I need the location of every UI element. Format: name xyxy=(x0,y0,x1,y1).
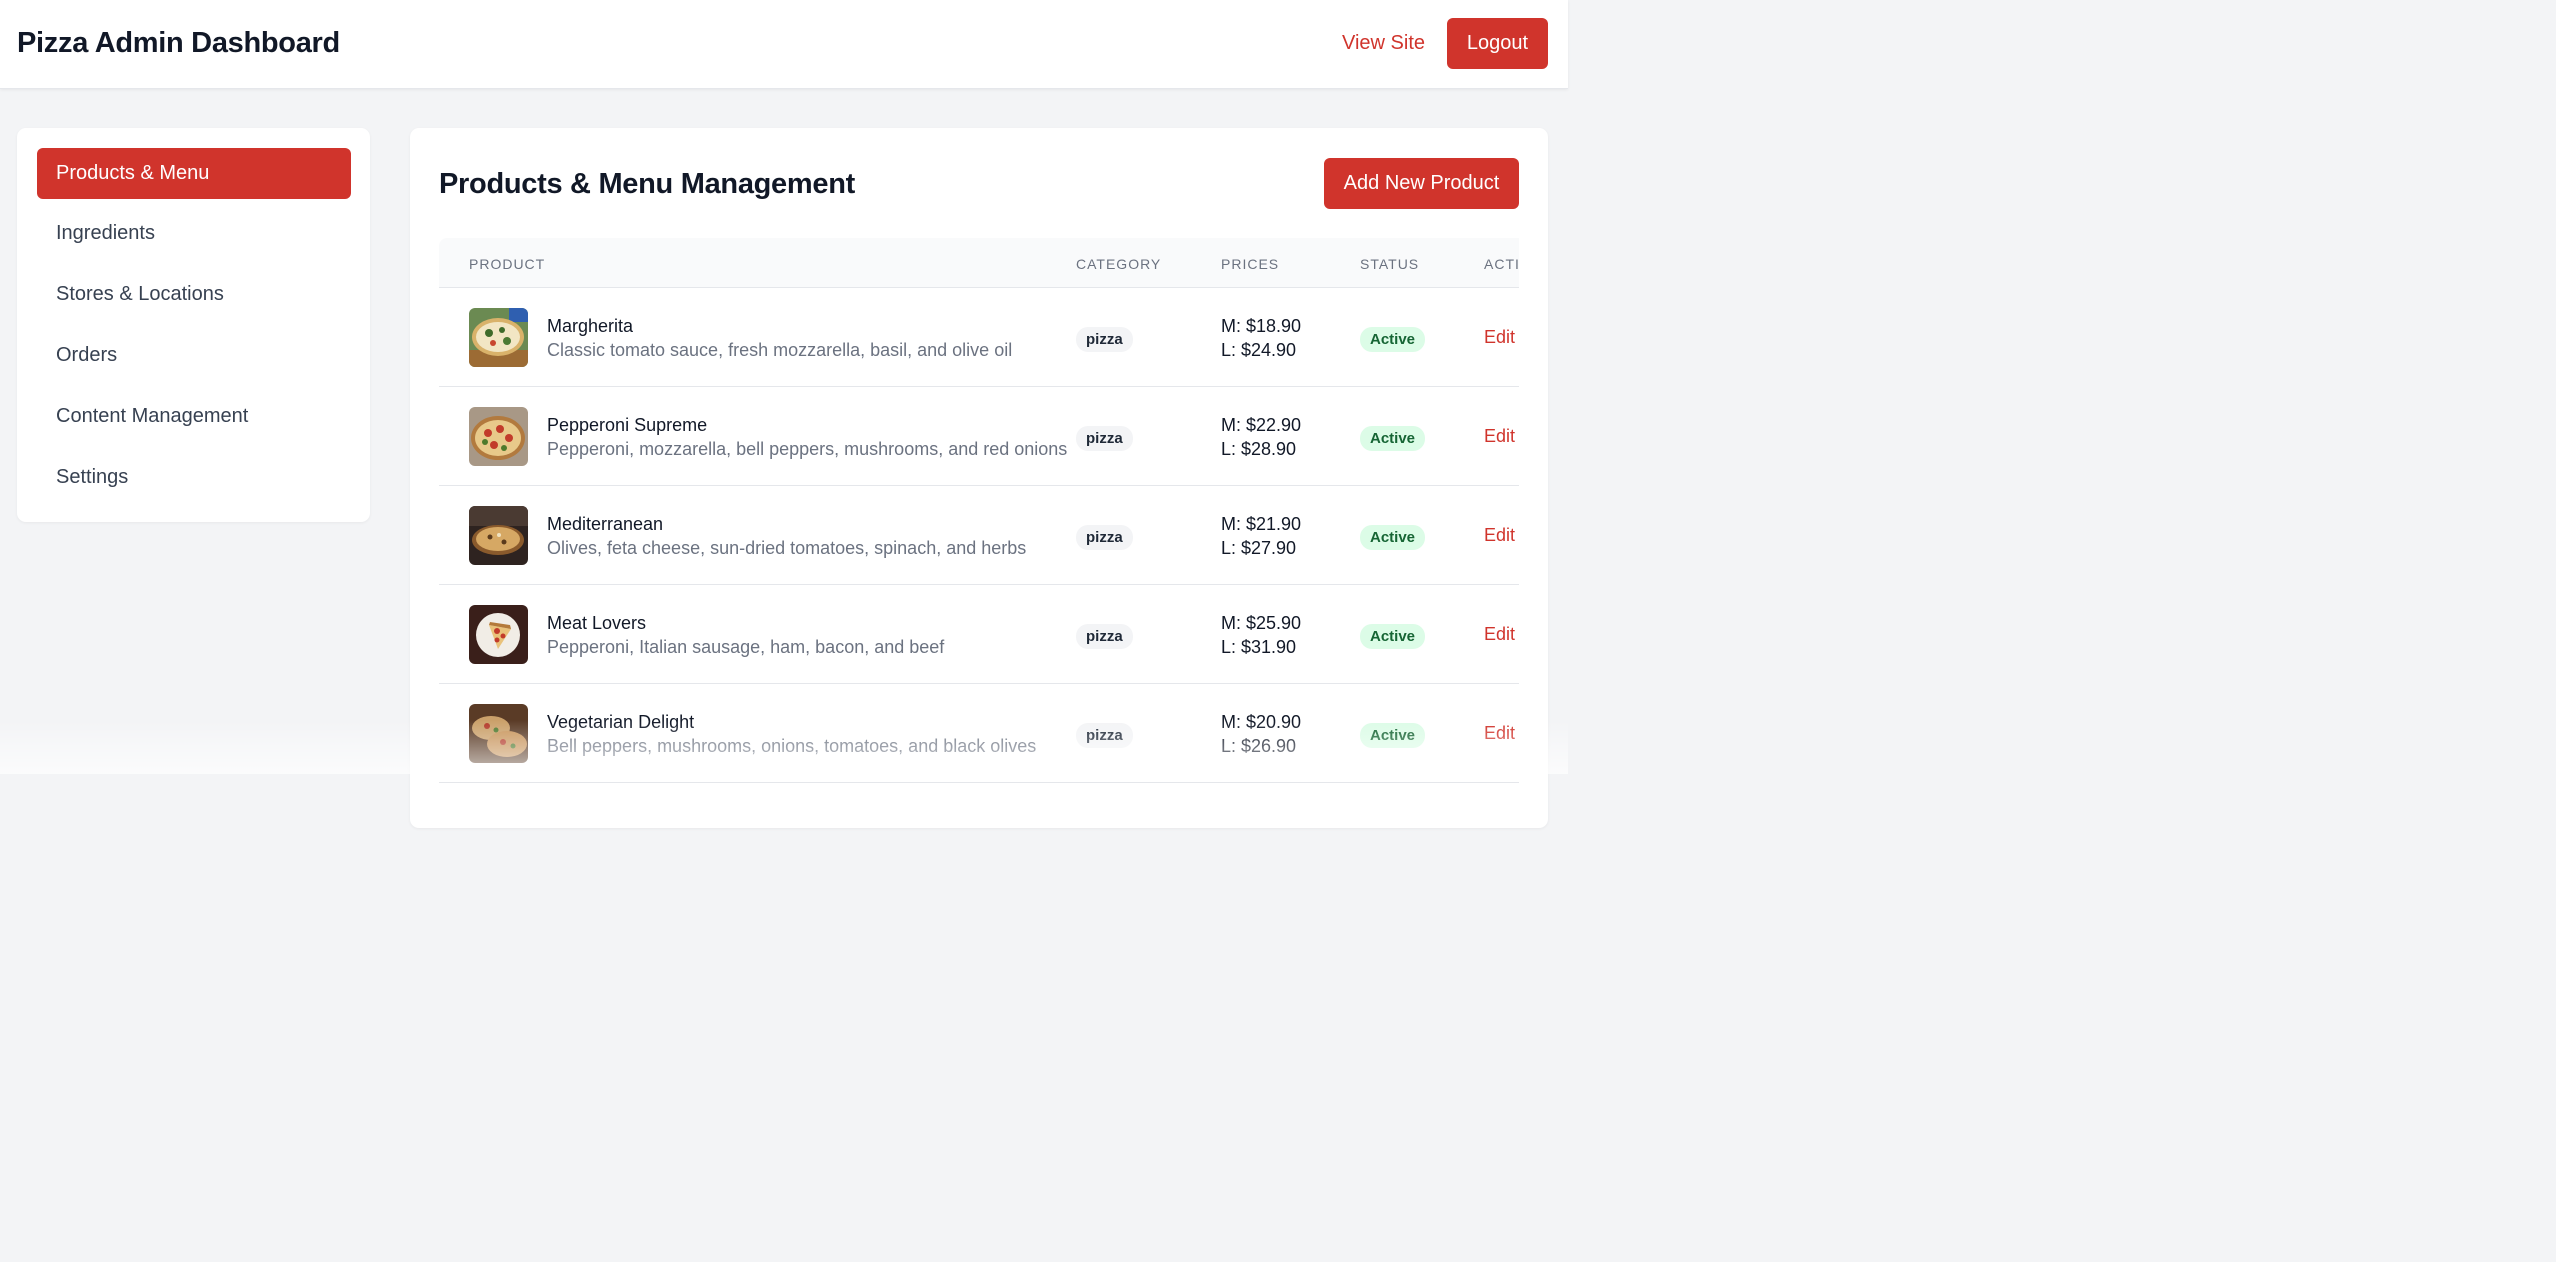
product-description: Bell peppers, mushrooms, onions, tomatoe… xyxy=(547,736,1037,756)
category-badge: pizza xyxy=(1076,525,1133,550)
product-description: Olives, feta cheese, sun-dried tomatoes,… xyxy=(547,538,1027,558)
table-row: Margherita Classic tomato sauce, fresh m… xyxy=(439,288,1519,387)
edit-link[interactable]: Edit xyxy=(1484,624,1515,645)
sidebar-item-content-management[interactable]: Content Management xyxy=(37,391,351,442)
table-row: Vegetarian Delight Bell peppers, mushroo… xyxy=(439,684,1519,783)
status-badge: Active xyxy=(1360,327,1426,352)
status-badge: Active xyxy=(1360,624,1426,649)
category-badge: pizza xyxy=(1076,624,1133,649)
table-row: Pepperoni Supreme Pepperoni, mozzarella,… xyxy=(439,387,1519,486)
price-medium: M: $20.90 xyxy=(1221,712,1302,732)
column-header-status: STATUS xyxy=(1360,256,1420,272)
table-row: Mediterranean Olives, feta cheese, sun-d… xyxy=(439,486,1519,585)
edit-link[interactable]: Edit xyxy=(1484,723,1515,744)
pizza-mediterranean-image xyxy=(469,506,528,565)
category-badge: pizza xyxy=(1076,723,1133,748)
price-large: L: $26.90 xyxy=(1221,736,1297,756)
edit-link[interactable]: Edit xyxy=(1484,426,1515,447)
table-header: PRODUCT CATEGORY PRICES STATUS ACTIONS xyxy=(439,238,1519,288)
product-description: Classic tomato sauce, fresh mozzarella, … xyxy=(547,340,1013,360)
column-header-product: PRODUCT xyxy=(469,256,546,272)
pizza-margherita-image xyxy=(469,308,528,367)
column-header-category: CATEGORY xyxy=(1076,256,1162,272)
products-table: PRODUCT CATEGORY PRICES STATUS ACTIONS xyxy=(439,238,1519,828)
sidebar-item-ingredients[interactable]: Ingredients xyxy=(37,208,351,259)
sidebar-item-settings[interactable]: Settings xyxy=(37,452,351,503)
sidebar-item-products-menu[interactable]: Products & Menu xyxy=(37,148,351,199)
table-row: Meat Lovers Pepperoni, Italian sausage, … xyxy=(439,585,1519,684)
category-badge: pizza xyxy=(1076,426,1133,451)
app-title: Pizza Admin Dashboard xyxy=(17,27,340,59)
price-medium: M: $18.90 xyxy=(1221,316,1302,336)
edit-link[interactable]: Edit xyxy=(1484,525,1515,546)
pizza-vegetarian-image xyxy=(469,704,528,763)
product-name: Margherita xyxy=(547,316,634,336)
view-site-link[interactable]: View Site xyxy=(1342,32,1425,55)
price-medium: M: $21.90 xyxy=(1221,514,1302,534)
price-large: L: $31.90 xyxy=(1221,637,1297,657)
column-header-prices: PRICES xyxy=(1221,256,1280,272)
product-name: Mediterranean xyxy=(547,514,664,534)
page-title: Products & Menu Management xyxy=(439,168,855,200)
product-name: Pepperoni Supreme xyxy=(547,415,708,435)
price-large: L: $24.90 xyxy=(1221,340,1297,360)
main-panel: Products & Menu Management Add New Produ… xyxy=(410,128,1548,828)
top-bar: Pizza Admin Dashboard View Site Logout xyxy=(0,0,1568,89)
product-description: Pepperoni, mozzarella, bell peppers, mus… xyxy=(547,439,1068,459)
sidebar-item-orders[interactable]: Orders xyxy=(37,330,351,381)
logout-button[interactable]: Logout xyxy=(1447,18,1548,69)
price-medium: M: $22.90 xyxy=(1221,415,1302,435)
product-name: Meat Lovers xyxy=(547,613,647,633)
pizza-pepperoni-image xyxy=(469,407,528,466)
column-header-actions: ACTIONS xyxy=(1484,256,1519,272)
product-name: Vegetarian Delight xyxy=(547,712,695,732)
status-badge: Active xyxy=(1360,525,1426,550)
sidebar: Products & Menu Ingredients Stores & Loc… xyxy=(17,128,370,522)
price-large: L: $27.90 xyxy=(1221,538,1297,558)
pizza-slice-image xyxy=(469,605,528,664)
status-badge: Active xyxy=(1360,723,1426,748)
product-description: Pepperoni, Italian sausage, ham, bacon, … xyxy=(547,637,945,657)
price-large: L: $28.90 xyxy=(1221,439,1297,459)
edit-link[interactable]: Edit xyxy=(1484,327,1515,348)
status-badge: Active xyxy=(1360,426,1426,451)
price-medium: M: $25.90 xyxy=(1221,613,1302,633)
sidebar-item-stores-locations[interactable]: Stores & Locations xyxy=(37,269,351,320)
category-badge: pizza xyxy=(1076,327,1133,352)
add-new-product-button[interactable]: Add New Product xyxy=(1324,158,1519,209)
